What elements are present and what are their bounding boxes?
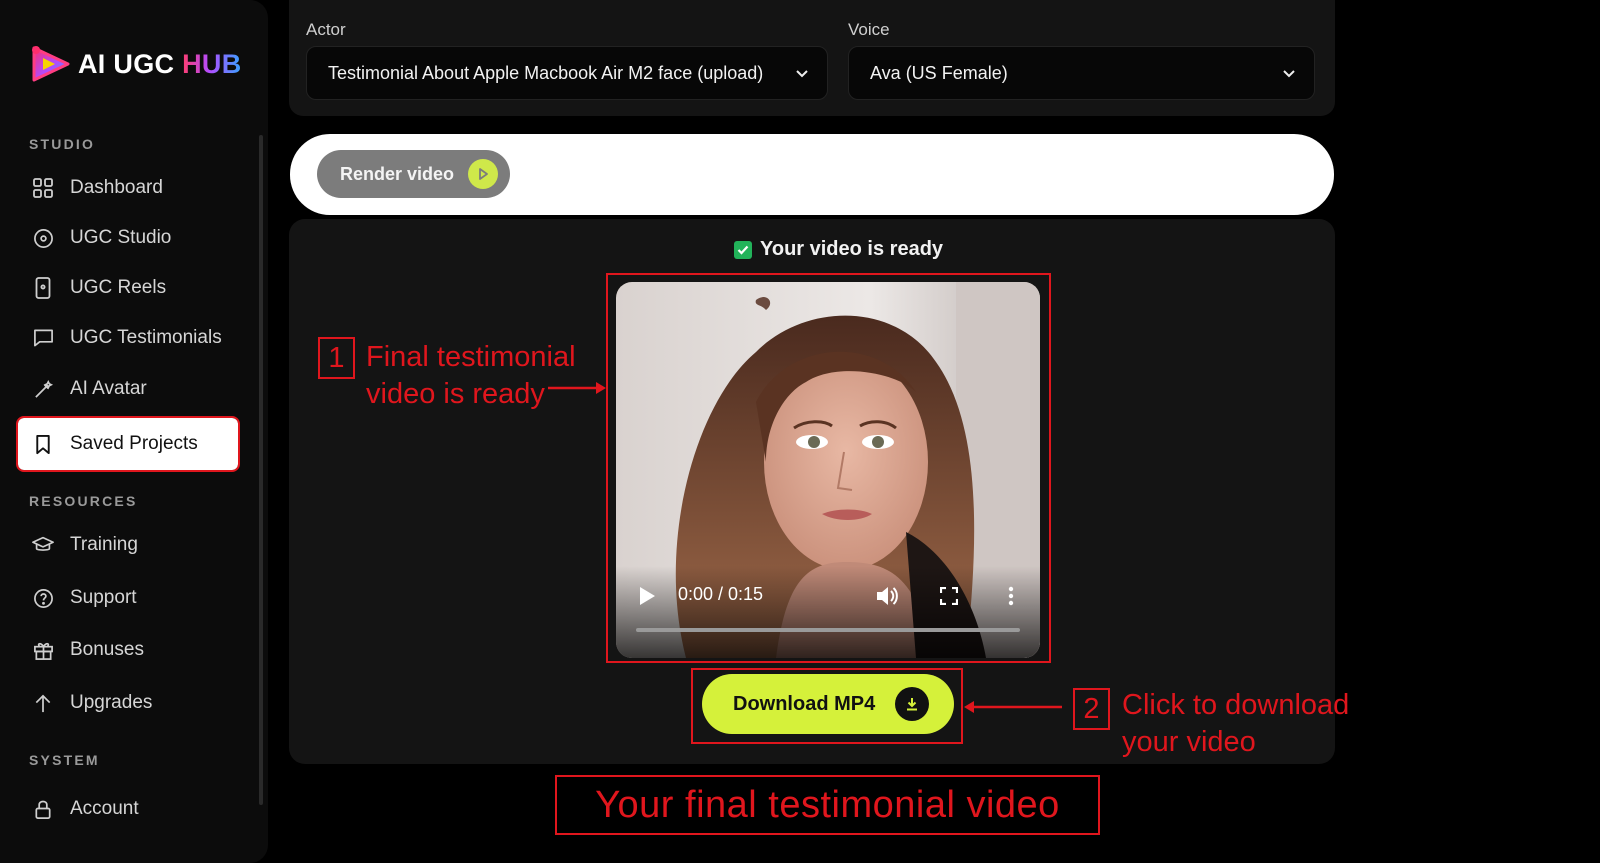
sidebar-item-ugc-studio[interactable]: UGC Studio [18, 214, 238, 262]
annotation-1-line2: video is ready [366, 378, 545, 410]
video-player[interactable]: 0:00 / 0:15 [616, 282, 1040, 658]
actor-select-value: Testimonial About Apple Macbook Air M2 f… [328, 62, 764, 83]
more-options-icon[interactable] [1008, 586, 1014, 611]
phone-icon [32, 277, 54, 299]
render-video-button[interactable]: Render video [317, 150, 510, 198]
download-mp4-label: Download MP4 [733, 692, 876, 715]
sidebar-item-label: Support [70, 587, 137, 608]
sidebar-scrollbar[interactable] [259, 135, 263, 805]
play-icon[interactable] [638, 586, 656, 611]
download-icon [895, 687, 930, 721]
voice-label: Voice [848, 20, 890, 39]
sidebar-item-label: Training [70, 534, 138, 555]
bookmark-icon [32, 433, 54, 455]
annotation-1-text: Final testimonial video is ready [366, 339, 576, 413]
graduation-cap-icon [32, 534, 54, 556]
wand-icon [32, 378, 54, 400]
video-ready-text: Your video is ready [760, 238, 944, 260]
section-label-system: SYSTEM [29, 752, 100, 768]
annotation-caption: Your final testimonial video [555, 775, 1100, 835]
chevron-down-icon [795, 63, 809, 84]
sidebar-item-ai-avatar[interactable]: AI Avatar [18, 365, 238, 413]
sidebar-item-support[interactable]: Support [18, 574, 238, 622]
logo-play-icon [28, 42, 72, 86]
checkbox-checked-icon [734, 240, 752, 259]
disc-icon [32, 227, 54, 249]
section-label-studio: STUDIO [29, 136, 96, 152]
grid-icon [32, 177, 54, 199]
brand-name: AI UGC HUB [78, 49, 242, 80]
sidebar-item-saved-projects[interactable]: Saved Projects [16, 416, 240, 472]
gift-icon [32, 639, 54, 661]
sidebar-item-label: UGC Studio [70, 227, 172, 248]
annotation-2-line1: Click to download [1122, 689, 1350, 721]
sidebar-item-training[interactable]: Training [18, 521, 238, 569]
arrow-up-icon [32, 692, 54, 714]
fullscreen-icon[interactable] [939, 586, 959, 610]
video-controls [616, 566, 1040, 658]
sidebar-item-label: UGC Testimonials [70, 327, 222, 348]
sidebar-item-label: Saved Projects [70, 433, 198, 454]
actor-select[interactable]: Testimonial About Apple Macbook Air M2 f… [306, 46, 828, 100]
video-progress-bar[interactable] [636, 628, 1020, 632]
voice-select[interactable]: Ava (US Female) [848, 46, 1315, 100]
sidebar-item-label: Upgrades [70, 692, 153, 713]
brand-name-accent: HUB [182, 48, 242, 79]
video-ready-status: Your video is ready [734, 238, 943, 261]
sidebar-item-ugc-testimonials[interactable]: UGC Testimonials [18, 314, 238, 362]
annotation-number-2: 2 [1073, 688, 1110, 730]
chat-icon [32, 327, 54, 349]
volume-icon[interactable] [875, 585, 899, 612]
actor-label: Actor [306, 20, 346, 39]
sidebar-item-label: AI Avatar [70, 378, 147, 399]
annotation-2-arrow-icon [964, 701, 1062, 713]
voice-select-value: Ava (US Female) [870, 62, 1008, 83]
download-mp4-button[interactable]: Download MP4 [702, 674, 954, 734]
annotation-1-line1: Final testimonial [366, 341, 576, 373]
sidebar-item-label: Dashboard [70, 177, 163, 198]
sidebar-item-label: Account [70, 798, 139, 819]
brand-logo[interactable]: AI UGC HUB [28, 42, 242, 86]
annotation-number-1: 1 [318, 337, 355, 379]
sidebar: AI UGC HUB STUDIO Dashboard UGC Studio U… [0, 0, 268, 863]
lock-icon [32, 798, 54, 820]
brand-name-white: AI UGC [78, 48, 175, 79]
video-time: 0:00 / 0:15 [678, 584, 764, 604]
sidebar-item-upgrades[interactable]: Upgrades [18, 679, 238, 727]
sidebar-item-label: Bonuses [70, 639, 144, 660]
sidebar-item-account[interactable]: Account [18, 785, 238, 833]
annotation-2-line2: your video [1122, 726, 1256, 758]
sidebar-item-dashboard[interactable]: Dashboard [18, 164, 238, 212]
help-circle-icon [32, 587, 54, 609]
render-video-label: Render video [340, 163, 455, 184]
section-label-resources: RESOURCES [29, 493, 138, 509]
annotation-2-text: Click to download your video [1122, 687, 1349, 761]
annotation-1-arrow-icon [548, 382, 606, 394]
chevron-down-icon [1282, 63, 1296, 84]
render-bar: Render video [290, 134, 1334, 215]
sidebar-item-label: UGC Reels [70, 277, 167, 298]
sidebar-item-bonuses[interactable]: Bonuses [18, 626, 238, 674]
play-icon [468, 159, 499, 189]
sidebar-item-ugc-reels[interactable]: UGC Reels [18, 264, 238, 312]
